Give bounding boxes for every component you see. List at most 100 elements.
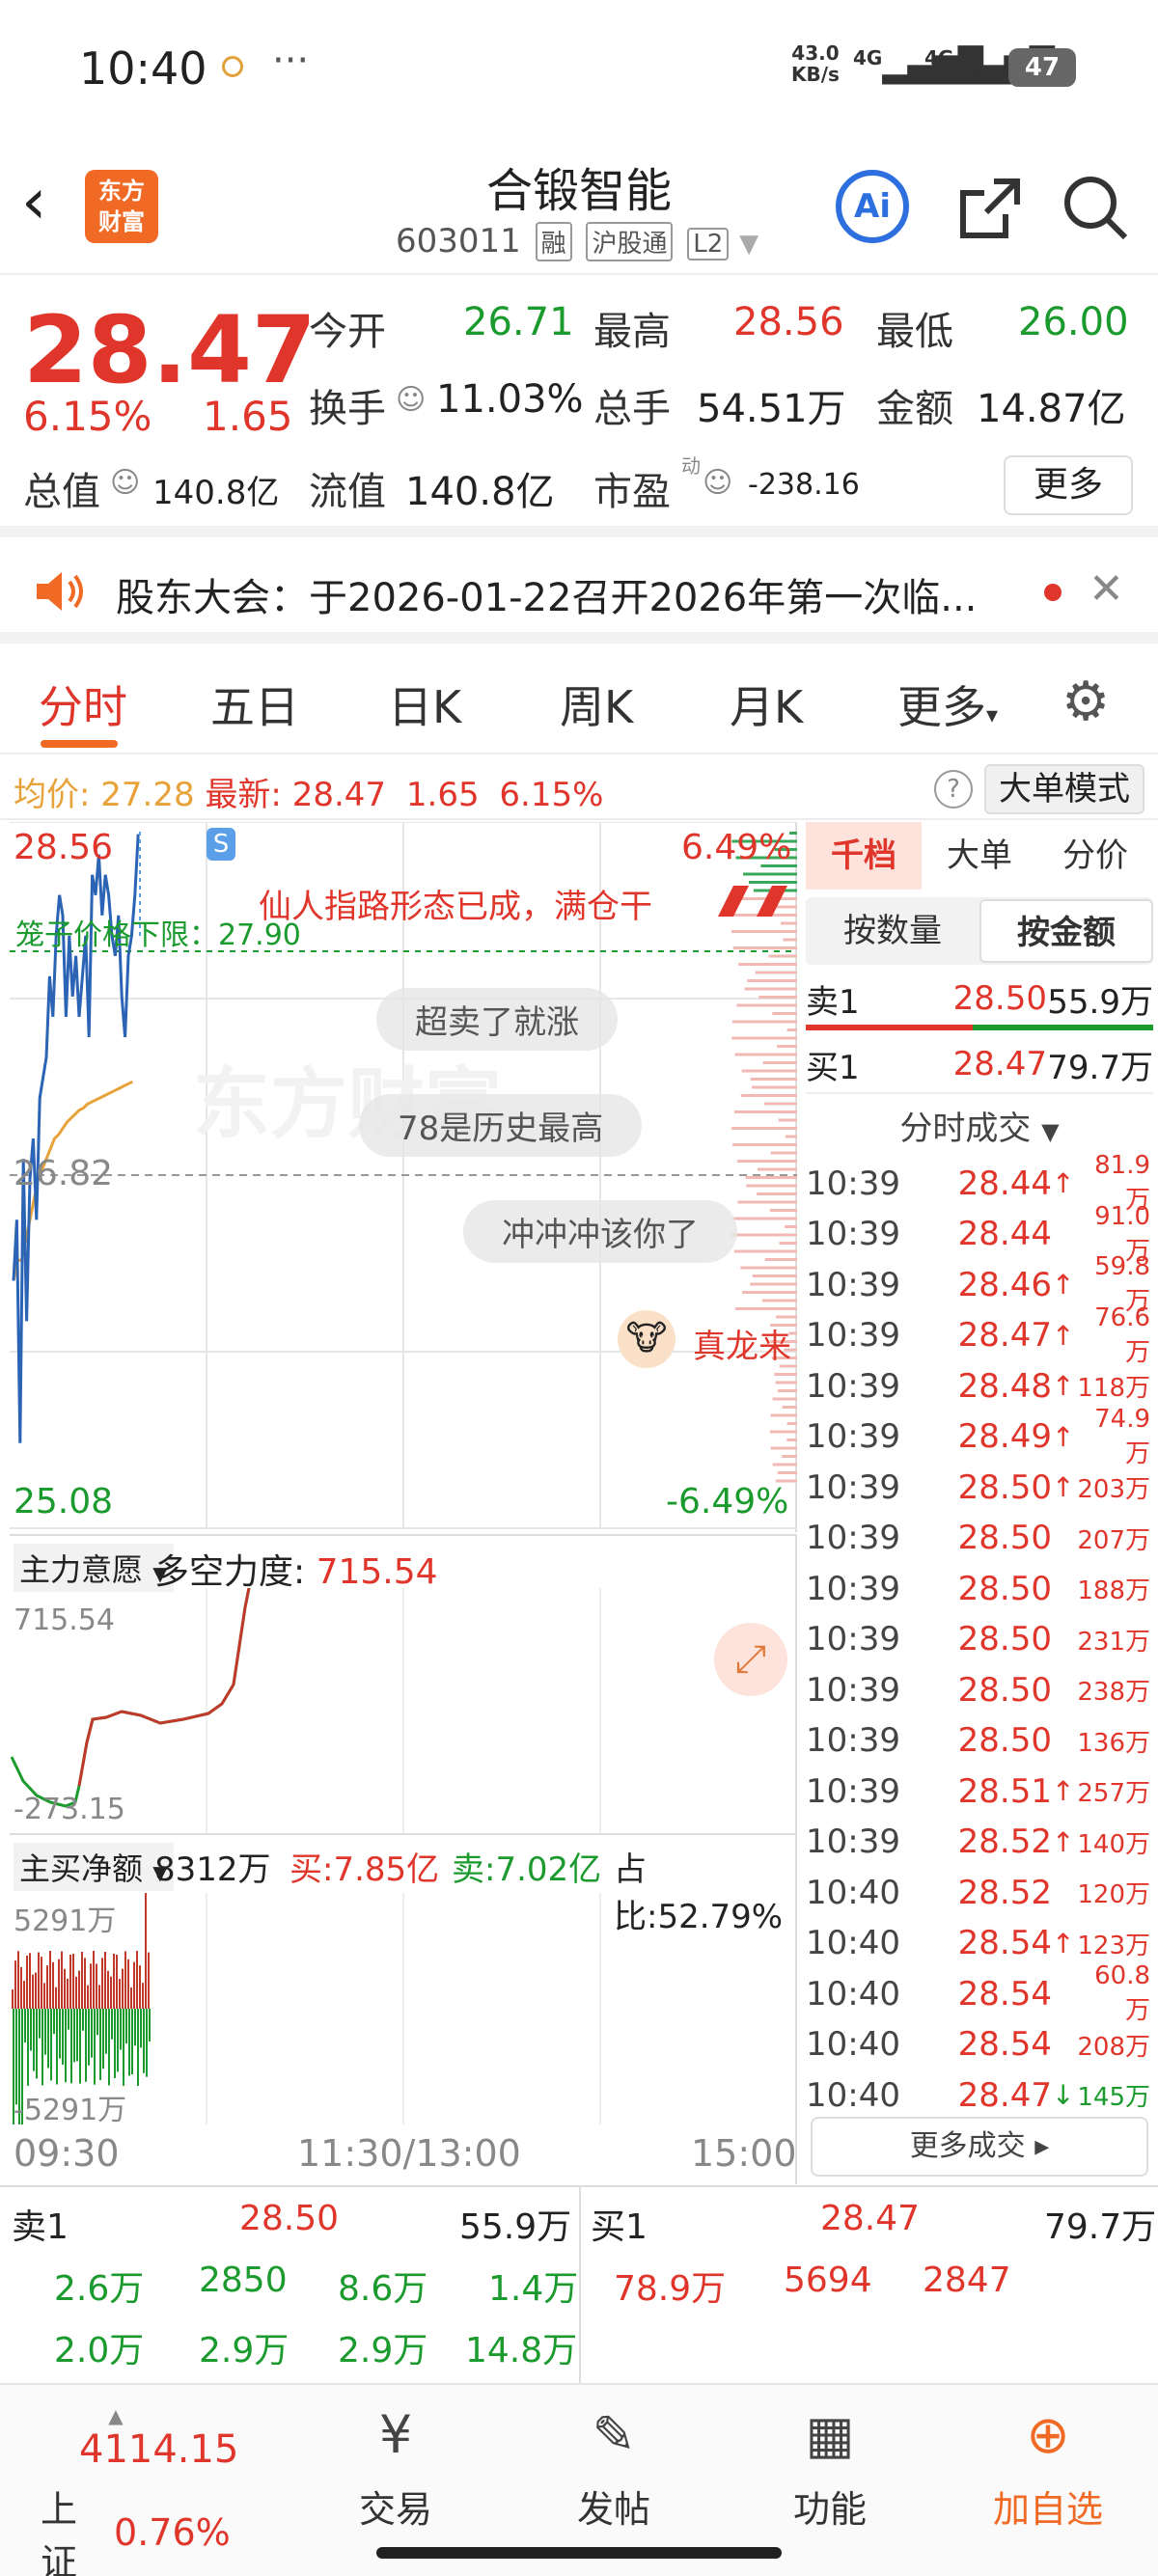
volume-profile-bar — [772, 1012, 797, 1015]
buy-queue: 5694 — [784, 2261, 872, 2300]
order-book-panel: 千档 大单 分价 按数量 按金额 卖1 28.50 55.9万 买1 28.47… — [801, 822, 1158, 2182]
indicator-2-select[interactable]: 主买净额 ▼ — [14, 1843, 174, 1891]
search-icon[interactable] — [1062, 174, 1129, 245]
news-banner[interactable]: 股东大会：于2026-01-22召开2026年第一次临... ✕ — [0, 537, 1158, 644]
volume-profile-bar — [752, 1085, 797, 1089]
indicator-2-top: 5291万 — [14, 1905, 117, 1938]
net-buy-bar — [43, 1983, 45, 2009]
nav-post[interactable]: ✎ 发帖 — [537, 2404, 691, 2533]
sell-queue: 1.4万 — [488, 2269, 579, 2309]
net-buy-bar — [20, 1966, 22, 2009]
tab-daily-k[interactable]: 日K — [388, 672, 461, 736]
tick-direction-icon: ↑ — [1052, 1420, 1075, 1453]
net-buy-bar — [133, 1961, 135, 2009]
ticks-title[interactable]: 分时成交 ▼ — [801, 1102, 1158, 1149]
net-sell-bar — [102, 2009, 104, 2069]
tick-volume: 120万 — [1077, 1880, 1150, 1909]
volume-profile-bar — [732, 946, 797, 949]
net-sell-bar — [91, 2009, 93, 2058]
close-icon[interactable]: ✕ — [1089, 564, 1124, 614]
high-value: 28.56 — [733, 300, 844, 344]
indicator-1-select[interactable]: 主力意愿 ▼ — [14, 1544, 174, 1592]
tick-volume: 140万 — [1077, 1829, 1150, 1859]
news-text: 股东大会：于2026-01-22召开2026年第一次临... — [116, 576, 978, 620]
tick-volume: 123万 — [1077, 1931, 1150, 1960]
speaker-icon — [33, 564, 87, 622]
more-ticks-button[interactable]: 更多成交 ▸ — [811, 2117, 1148, 2177]
net-buy-bar — [38, 1952, 40, 2009]
big-order-mode-button[interactable]: 大单模式 — [984, 764, 1144, 814]
intraday-summary: 均价: 27.28 最新: 28.47 1.65 6.15% — [14, 776, 604, 814]
tag-connect: 沪股通 — [586, 222, 674, 261]
volume-profile-bar — [733, 1249, 797, 1253]
expand-icon[interactable]: ⤢ — [714, 1623, 787, 1696]
tick-volume: 76.6万 — [1094, 1302, 1150, 1367]
tick-time: 10:40 — [806, 2025, 900, 2064]
volume-profile-bar — [770, 1446, 797, 1450]
tick-time: 10:40 — [806, 1974, 900, 2014]
intraday-chart[interactable]: 东方财富 28.56 26.82 25.08 6.49% -6.49% S 笼子… — [10, 822, 797, 1532]
net-sell-bar — [128, 2009, 130, 2076]
net-sell-bar — [123, 2009, 124, 2086]
volume-profile-bar — [770, 1151, 797, 1155]
tab-price-distribution[interactable]: 分价 — [1037, 822, 1153, 890]
net-buy-bar — [136, 1951, 138, 2009]
volume-profile-bar — [731, 1127, 797, 1130]
info-icon[interactable]: ☺ — [703, 466, 732, 500]
net-buy-bar — [84, 1958, 86, 2009]
info-icon[interactable]: ☺ — [396, 383, 426, 417]
tab-big-orders[interactable]: 大单 — [922, 822, 1037, 890]
tab-intraday[interactable]: 分时 — [39, 672, 127, 736]
help-icon[interactable]: ? — [934, 770, 973, 808]
volume-profile-bar — [764, 1258, 797, 1261]
volume-profile-bar — [747, 979, 797, 982]
tick-direction-icon: ↑ — [1052, 1471, 1075, 1503]
tick-direction-icon: ↑ — [1052, 1927, 1075, 1959]
indicator-1-top: 715.54 — [14, 1603, 115, 1637]
high-label: 最高 — [593, 310, 671, 354]
tab-more[interactable]: 更多▾ — [897, 672, 998, 736]
last-price: 28.47 — [23, 296, 317, 404]
net-buy-bar — [55, 1987, 57, 2009]
stock-code-line[interactable]: 603011 融 沪股通 L2 ▼ — [396, 222, 758, 261]
net-sell-bar — [70, 2009, 72, 2084]
sort-by-amount[interactable]: 按金额 — [979, 899, 1153, 963]
more-quote-button[interactable]: 更多 — [1004, 455, 1133, 515]
tab-level-book[interactable]: 千档 — [806, 822, 922, 890]
info-icon[interactable]: ☺ — [110, 466, 140, 500]
stock-code: 603011 — [396, 222, 521, 260]
net-buy-bar — [32, 1974, 34, 2009]
volume-profile-bar — [758, 996, 797, 999]
nav-functions[interactable]: ▦ 功能 — [753, 2404, 907, 2533]
tab-monthly-k[interactable]: 月K — [730, 672, 803, 736]
indicator-panel-1[interactable]: 主力意愿 ▼ 多空力度: 715.54 715.54 -273.15 ⤢ — [10, 1534, 797, 1835]
sell-queue: 8.6万 — [338, 2269, 428, 2309]
tick-time: 10:39 — [806, 1417, 900, 1456]
x-axis: 09:30 11:30/13:00 15:00 — [10, 2123, 797, 2184]
volume-profile-bar — [740, 1094, 797, 1097]
volume-profile-bar — [731, 1036, 797, 1040]
indicator-panel-2[interactable]: 主买净额 ▼ 8312万 买:7.85亿 卖:7.02亿 占比:52.79% 5… — [10, 1833, 797, 2127]
volume-profile-bar — [772, 1397, 797, 1401]
gear-icon[interactable]: ⚙ — [1062, 671, 1110, 733]
net-buy-bar — [75, 1976, 77, 2009]
tick-row: 10:40 28.54 60.8万 — [806, 1961, 1153, 2025]
net-buy-bar — [93, 1951, 95, 2009]
volume-profile-bar — [757, 1167, 797, 1171]
share-icon[interactable] — [955, 176, 1023, 247]
volume-profile-bar — [770, 1413, 797, 1417]
net-sell-bar — [76, 2009, 78, 2062]
index-widget[interactable]: ▲ 4114.15 上证 0.76% — [19, 2404, 238, 2576]
nav-add-watchlist[interactable]: ⊕ 加自选 — [971, 2404, 1125, 2533]
tab-weekly-k[interactable]: 周K — [560, 672, 633, 736]
signal-badge[interactable]: S — [207, 828, 235, 861]
net-sell-bar — [56, 2009, 58, 2085]
tick-volume: 208万 — [1077, 2032, 1150, 2062]
ai-assistant-button[interactable]: Ai — [836, 170, 909, 243]
nav-trade[interactable]: ¥ 交易 — [318, 2404, 473, 2533]
tab-five-day[interactable]: 五日 — [210, 672, 299, 736]
sort-by-quantity[interactable]: 按数量 — [806, 899, 979, 963]
net-sell-bar — [143, 2009, 145, 2073]
tick-price: 28.50 — [957, 1569, 1052, 1608]
fire-icon — [714, 882, 791, 920]
